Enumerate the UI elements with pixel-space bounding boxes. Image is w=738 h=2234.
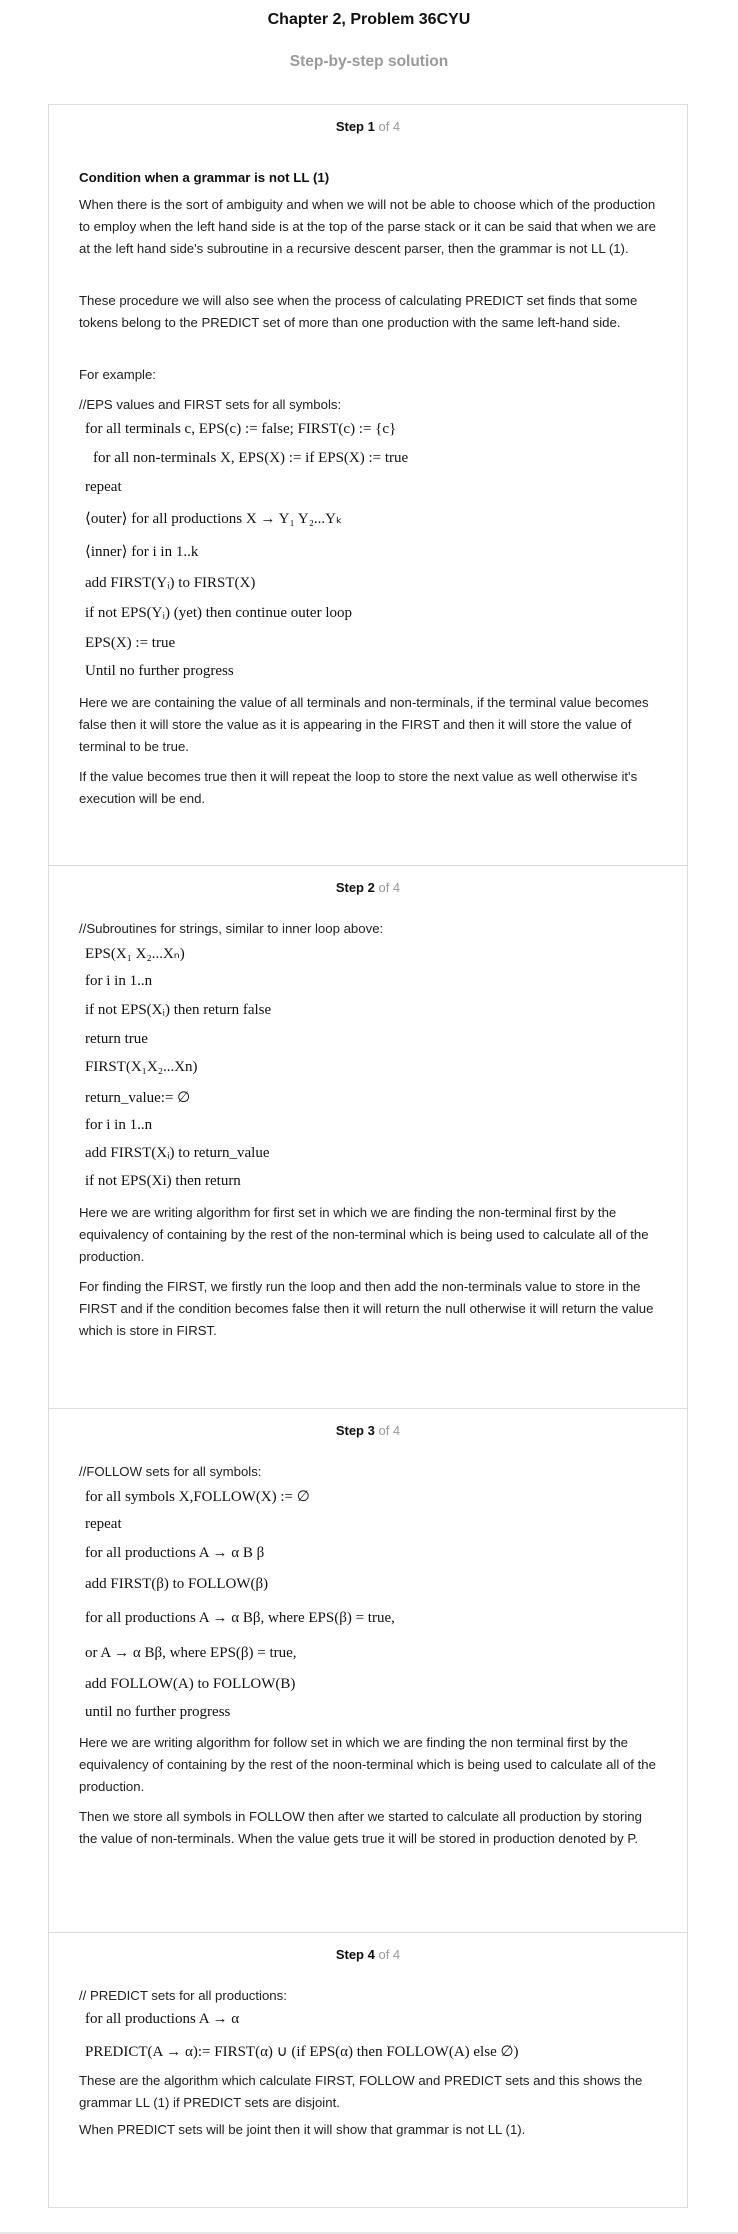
paragraph: When PREDICT sets will be joint then it …	[79, 2122, 526, 2137]
step-1-header: Step 1 of 4	[49, 119, 687, 134]
paragraph: Here we are containing the value of all …	[79, 695, 649, 754]
step-heading: Condition when a grammar is not LL (1)	[79, 170, 330, 185]
code-line: for i in 1..n	[85, 1117, 153, 1133]
step-1: Step 1 of 4 Condition when a grammar is …	[49, 105, 687, 865]
code-line: for i in 1..n	[85, 973, 153, 989]
code-line: add FIRST(Yᵢ) to FIRST(X)	[85, 575, 256, 591]
step-4-header: Step 4 of 4	[49, 1947, 687, 1962]
step-label: Step 2	[335, 880, 375, 895]
code-line: return true	[85, 1031, 148, 1047]
code-line: for all symbols X,FOLLOW(X) := ∅	[85, 1489, 310, 1505]
code-line: FIRST(X₁X₂...Xn)	[85, 1059, 198, 1075]
code-line: if not EPS(Xi) then return	[85, 1173, 241, 1189]
code-line: if not EPS(Xᵢ) then return false	[85, 1002, 272, 1018]
step-count: of 4	[378, 119, 401, 134]
code-line: ⟨inner⟩ for i in 1..k	[85, 544, 199, 560]
code-line: add FIRST(β) to FOLLOW(β)	[85, 1576, 269, 1592]
step-count: of 4	[378, 1947, 401, 1962]
code-line: for all productions A → α	[85, 2011, 240, 2027]
paragraph: // PREDICT sets for all productions:	[79, 1988, 287, 2003]
code-line: ⟨outer⟩ for all productions X → Y₁ Y₂...…	[85, 511, 343, 527]
paragraph: For example:	[79, 367, 156, 382]
step-count: of 4	[378, 880, 401, 895]
code-line: repeat	[85, 1516, 122, 1532]
step-3: Step 3 of 4 //FOLLOW sets for all symbol…	[49, 1408, 687, 1933]
code-line: Until no further progress	[85, 663, 234, 679]
code-line: or A → α Bβ, where EPS(β) = true,	[85, 1645, 297, 1661]
paragraph: //FOLLOW sets for all symbols:	[79, 1464, 262, 1479]
code-line: for all productions A → α B β	[85, 1545, 265, 1561]
paragraph: Here we are writing algorithm for first …	[79, 1205, 649, 1264]
page-subtitle: Step-by-step solution	[289, 53, 449, 70]
step-count: of 4	[378, 1423, 401, 1438]
code-line: if not EPS(Yᵢ) (yet) then continue outer…	[85, 605, 352, 621]
solution-card: Step 1 of 4 Condition when a grammar is …	[48, 104, 688, 2208]
paragraph: //Subroutines for strings, similar to in…	[79, 921, 384, 936]
paragraph: When there is the sort of ambiguity and …	[79, 197, 656, 256]
code-line: for all terminals c, EPS(c) := false; FI…	[85, 421, 397, 437]
paragraph: If the value becomes true then it will r…	[79, 769, 638, 806]
code-line: repeat	[85, 479, 122, 495]
paragraph: These are the algorithm which calculate …	[79, 2073, 643, 2110]
step-label: Step 3	[335, 1423, 375, 1438]
step-2-header: Step 2 of 4	[49, 880, 687, 895]
step-4: Step 4 of 4 // PREDICT sets for all prod…	[49, 1932, 687, 2208]
code-line: for all non-terminals X, EPS(X) := if EP…	[93, 450, 409, 466]
code-line: until no further progress	[85, 1704, 231, 1720]
step-3-header: Step 3 of 4	[49, 1423, 687, 1438]
paragraph: For finding the FIRST, we firstly run th…	[79, 1279, 654, 1338]
code-line: for all productions A → α Bβ, where EPS(…	[85, 1610, 395, 1626]
code-line: EPS(X₁ X₂...Xₙ)	[85, 946, 185, 962]
paragraph: //EPS values and FIRST sets for all symb…	[79, 397, 342, 412]
step-label: Step 1	[335, 119, 375, 134]
code-line: add FOLLOW(A) to FOLLOW(B)	[85, 1676, 296, 1692]
step-label: Step 4	[335, 1947, 375, 1962]
paragraph: Here we are writing algorithm for follow…	[79, 1735, 656, 1794]
paragraph: These procedure we will also see when th…	[79, 293, 638, 330]
paragraph: Then we store all symbols in FOLLOW then…	[79, 1809, 642, 1846]
step-2: Step 2 of 4 //Subroutines for strings, s…	[49, 865, 687, 1409]
page-title: Chapter 2, Problem 36CYU	[267, 11, 471, 28]
code-line: PREDICT(A → α):= FIRST(α) ∪ (if EPS(α) t…	[85, 2044, 519, 2060]
code-line: add FIRST(Xᵢ) to return_value	[85, 1145, 270, 1161]
code-line: return_value:= ∅	[85, 1090, 191, 1106]
code-line: EPS(X) := true	[85, 635, 176, 651]
